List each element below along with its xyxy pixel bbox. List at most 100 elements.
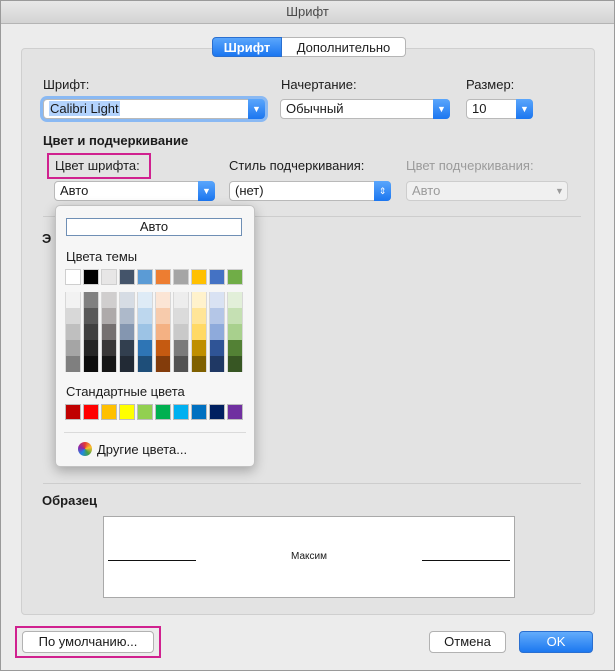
- chevron-down-icon: ▼: [555, 186, 564, 196]
- default-button[interactable]: По умолчанию...: [22, 631, 154, 653]
- standard-color-swatch[interactable]: [191, 404, 207, 420]
- font-color-combo[interactable]: Авто ▼: [54, 181, 215, 201]
- theme-shade-swatch[interactable]: [119, 292, 135, 308]
- theme-shade-swatch[interactable]: [173, 356, 189, 372]
- theme-shade-swatch[interactable]: [65, 356, 81, 372]
- tab-font[interactable]: Шрифт: [212, 37, 282, 57]
- theme-shade-swatch[interactable]: [101, 308, 117, 324]
- theme-shade-swatch[interactable]: [173, 292, 189, 308]
- theme-shade-swatch[interactable]: [119, 356, 135, 372]
- theme-shade-swatch[interactable]: [191, 308, 207, 324]
- theme-shade-swatch[interactable]: [209, 308, 225, 324]
- theme-shade-swatch[interactable]: [83, 356, 99, 372]
- standard-color-swatch[interactable]: [137, 404, 153, 420]
- theme-color-swatch[interactable]: [65, 269, 81, 285]
- theme-shade-swatch[interactable]: [155, 308, 171, 324]
- theme-color-swatch[interactable]: [227, 269, 243, 285]
- theme-shade-swatch[interactable]: [83, 324, 99, 340]
- theme-shade-swatch[interactable]: [227, 356, 243, 372]
- theme-shade-swatch[interactable]: [65, 292, 81, 308]
- standard-colors-label: Стандартные цвета: [66, 384, 185, 399]
- font-value[interactable]: Calibri Light: [49, 101, 120, 116]
- font-label: Шрифт:: [43, 77, 90, 92]
- theme-shade-swatch[interactable]: [173, 340, 189, 356]
- theme-shade-swatch[interactable]: [155, 324, 171, 340]
- font-color-label: Цвет шрифта:: [55, 158, 140, 173]
- underline-color-value: Авто: [412, 183, 441, 198]
- style-combo[interactable]: Обычный ▼: [280, 99, 450, 119]
- theme-shade-swatch[interactable]: [155, 292, 171, 308]
- theme-shade-swatch[interactable]: [227, 324, 243, 340]
- auto-color-button[interactable]: Авто: [66, 218, 242, 236]
- standard-color-swatch[interactable]: [173, 404, 189, 420]
- standard-color-swatch[interactable]: [209, 404, 225, 420]
- theme-shade-swatch[interactable]: [101, 324, 117, 340]
- standard-color-swatch[interactable]: [119, 404, 135, 420]
- standard-color-swatch[interactable]: [65, 404, 81, 420]
- theme-shade-swatch[interactable]: [227, 292, 243, 308]
- theme-shade-swatch[interactable]: [137, 308, 153, 324]
- theme-shade-swatch[interactable]: [101, 356, 117, 372]
- theme-shade-swatch[interactable]: [119, 324, 135, 340]
- theme-color-swatch[interactable]: [209, 269, 225, 285]
- theme-shade-swatch[interactable]: [65, 308, 81, 324]
- theme-shade-swatch[interactable]: [191, 292, 207, 308]
- preview-title: Образец: [42, 493, 97, 508]
- theme-shade-swatch[interactable]: [209, 356, 225, 372]
- chevron-down-icon[interactable]: ▼: [248, 99, 265, 119]
- theme-shade-swatch[interactable]: [101, 292, 117, 308]
- more-colors-item[interactable]: Другие цвета...: [78, 442, 187, 457]
- theme-shade-swatch[interactable]: [191, 340, 207, 356]
- theme-color-swatch[interactable]: [155, 269, 171, 285]
- chevron-down-icon[interactable]: ▼: [433, 99, 450, 119]
- theme-shade-swatch[interactable]: [119, 308, 135, 324]
- theme-color-swatch[interactable]: [101, 269, 117, 285]
- theme-shade-swatch[interactable]: [119, 340, 135, 356]
- theme-shade-swatch[interactable]: [173, 308, 189, 324]
- theme-shade-swatch[interactable]: [137, 324, 153, 340]
- theme-shade-swatch[interactable]: [83, 340, 99, 356]
- standard-color-swatch[interactable]: [227, 404, 243, 420]
- size-label: Размер:: [466, 77, 515, 92]
- standard-color-swatch[interactable]: [101, 404, 117, 420]
- theme-shade-swatch[interactable]: [65, 340, 81, 356]
- theme-color-swatch[interactable]: [119, 269, 135, 285]
- theme-color-swatch[interactable]: [137, 269, 153, 285]
- chevron-down-icon[interactable]: ▼: [516, 99, 533, 119]
- standard-color-swatch[interactable]: [155, 404, 171, 420]
- tab-advanced[interactable]: Дополнительно: [282, 37, 406, 57]
- ok-button[interactable]: OK: [519, 631, 593, 653]
- theme-shade-swatch[interactable]: [227, 308, 243, 324]
- theme-color-swatch[interactable]: [191, 269, 207, 285]
- theme-color-swatch[interactable]: [83, 269, 99, 285]
- preview-divider: [43, 483, 581, 484]
- theme-shade-swatch[interactable]: [65, 324, 81, 340]
- theme-shade-swatch[interactable]: [137, 292, 153, 308]
- theme-shade-swatch[interactable]: [209, 292, 225, 308]
- theme-shade-swatch[interactable]: [155, 340, 171, 356]
- theme-shade-swatch[interactable]: [137, 340, 153, 356]
- underline-style-value: (нет): [235, 183, 264, 198]
- font-combo[interactable]: Calibri Light ▼: [43, 99, 265, 119]
- theme-shade-swatch[interactable]: [191, 356, 207, 372]
- theme-shade-swatch[interactable]: [209, 340, 225, 356]
- chevron-down-icon[interactable]: ▼: [198, 181, 215, 201]
- chevron-updown-icon[interactable]: ⇕: [374, 181, 391, 201]
- theme-shade-swatch[interactable]: [137, 356, 153, 372]
- style-label: Начертание:: [281, 77, 357, 92]
- theme-shade-swatch[interactable]: [209, 324, 225, 340]
- size-combo[interactable]: 10 ▼: [466, 99, 533, 119]
- cancel-button[interactable]: Отмена: [429, 631, 506, 653]
- theme-shade-swatch[interactable]: [101, 340, 117, 356]
- theme-shade-swatch[interactable]: [227, 340, 243, 356]
- standard-color-swatch[interactable]: [83, 404, 99, 420]
- theme-shade-swatch[interactable]: [83, 292, 99, 308]
- theme-shade-swatch[interactable]: [191, 324, 207, 340]
- theme-shade-swatch[interactable]: [83, 308, 99, 324]
- underline-style-combo[interactable]: (нет) ⇕: [229, 181, 391, 201]
- popup-separator: [64, 432, 246, 433]
- theme-shade-swatch[interactable]: [155, 356, 171, 372]
- theme-color-swatch[interactable]: [173, 269, 189, 285]
- theme-shade-swatch[interactable]: [173, 324, 189, 340]
- theme-colors-label: Цвета темы: [66, 249, 138, 264]
